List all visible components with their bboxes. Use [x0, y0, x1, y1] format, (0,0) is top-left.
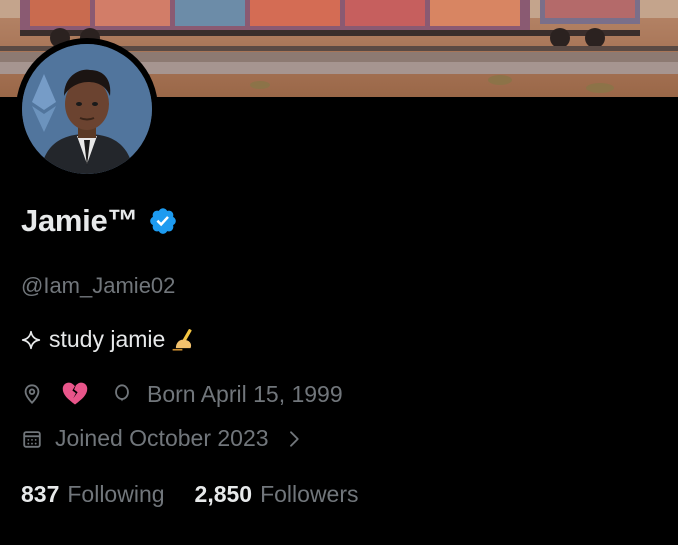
meta-row: Born April 15, 1999	[21, 380, 343, 408]
joined-date: Joined October 2023	[55, 425, 269, 451]
writing-hand-emoji-icon	[172, 328, 192, 351]
avatar-image	[22, 44, 152, 174]
bio-text: study jamie	[49, 326, 166, 352]
sparkle-icon	[21, 330, 41, 349]
broken-heart-emoji-icon	[62, 382, 88, 405]
followers-link[interactable]: 2,850 Followers	[195, 481, 359, 508]
avatar-frame[interactable]	[16, 38, 158, 180]
following-label: Following	[67, 481, 165, 507]
follow-stats: 837 Following 2,850 Followers	[21, 481, 359, 508]
birth-date: Born April 15, 1999	[147, 380, 343, 407]
balloon-icon	[115, 384, 129, 402]
following-count: 837	[21, 481, 60, 507]
calendar-icon	[23, 430, 41, 448]
joined-row[interactable]: Joined October 2023	[21, 425, 303, 452]
handle: @Iam_Jamie02	[21, 273, 176, 298]
followers-count: 2,850	[194, 481, 253, 507]
following-link[interactable]: 837 Following	[21, 481, 165, 508]
display-name: Jamie™	[21, 203, 139, 238]
bio: study jamie	[21, 326, 197, 353]
avatar[interactable]	[22, 44, 152, 174]
chevron-right-icon[interactable]	[285, 430, 303, 448]
name-row: Jamie™	[21, 203, 178, 239]
followers-label: Followers	[260, 481, 359, 507]
verified-badge-icon[interactable]	[148, 206, 178, 236]
location-pin-icon	[24, 384, 40, 405]
